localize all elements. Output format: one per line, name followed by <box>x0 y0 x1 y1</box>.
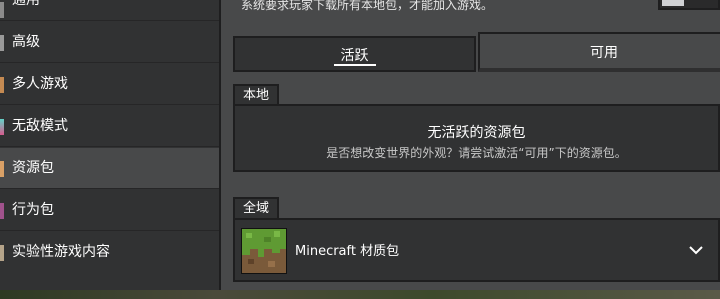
advanced-icon <box>0 35 4 51</box>
empty-state-subtitle: 是否想改变世界的外观？请尝试激活“可用”下的资源包。 <box>326 146 627 160</box>
global-pack-row[interactable]: Minecraft 材质包 <box>233 218 720 282</box>
tab-active-packs[interactable]: 活跃 <box>233 36 476 72</box>
sidebar-item-label: 高级 <box>12 34 40 50</box>
chevron-down-icon[interactable] <box>688 242 704 258</box>
settings-sidebar: 通用 高级 多人游戏 无敌模式 资源包 行为包 实验性游戏内容 <box>0 0 221 290</box>
sidebar-item-label: 行为包 <box>12 202 54 218</box>
resource-pack-icon <box>0 161 4 177</box>
empty-state-title: 无活跃的资源包 <box>427 125 526 141</box>
sidebar-item-advanced[interactable]: 高级 <box>0 22 219 63</box>
section-label-local: 本地 <box>233 84 280 106</box>
section-label-global: 全域 <box>233 197 280 219</box>
tab-available-packs[interactable]: 可用 <box>478 32 720 72</box>
cheats-icon <box>0 119 4 135</box>
sidebar-item-behavior-packs[interactable]: 行为包 <box>0 190 219 231</box>
grass-block-icon <box>241 228 287 274</box>
multiplayer-icon <box>0 77 4 93</box>
pack-name: Minecraft 材质包 <box>295 244 400 259</box>
sidebar-item-label: 通用 <box>12 0 40 8</box>
sidebar-item-label: 多人游戏 <box>12 76 68 92</box>
tab-label: 活跃 <box>340 48 369 64</box>
sidebar-item-cheats[interactable]: 无敌模式 <box>0 106 219 147</box>
pack-tabs: 活跃 可用 <box>233 32 720 74</box>
experimental-icon <box>0 245 4 261</box>
local-packs-box: 无活跃的资源包 是否想改变世界的外观？请尝试激活“可用”下的资源包。 <box>233 104 720 172</box>
sidebar-item-experimental[interactable]: 实验性游戏内容 <box>0 232 219 273</box>
behavior-pack-icon <box>0 203 4 219</box>
sidebar-item-label: 实验性游戏内容 <box>12 244 110 260</box>
sidebar-item-label: 无敌模式 <box>12 118 68 134</box>
world-background <box>0 290 720 299</box>
sidebar-item-label: 资源包 <box>12 160 54 176</box>
general-icon <box>0 2 4 18</box>
sidebar-item-general[interactable]: 通用 <box>0 0 219 21</box>
resource-pack-panel: 系统要求玩家下载所有本地包，才能加入游戏。 活跃 可用 本地 无活跃的资源包 是… <box>221 0 720 290</box>
requirement-toggle[interactable] <box>658 0 720 10</box>
sidebar-item-multiplayer[interactable]: 多人游戏 <box>0 64 219 105</box>
requirement-note: 系统要求玩家下载所有本地包，才能加入游戏。 <box>241 0 494 12</box>
tab-underline <box>333 64 376 66</box>
tab-label: 可用 <box>590 45 618 61</box>
sidebar-item-resource-packs[interactable]: 资源包 <box>0 148 219 189</box>
